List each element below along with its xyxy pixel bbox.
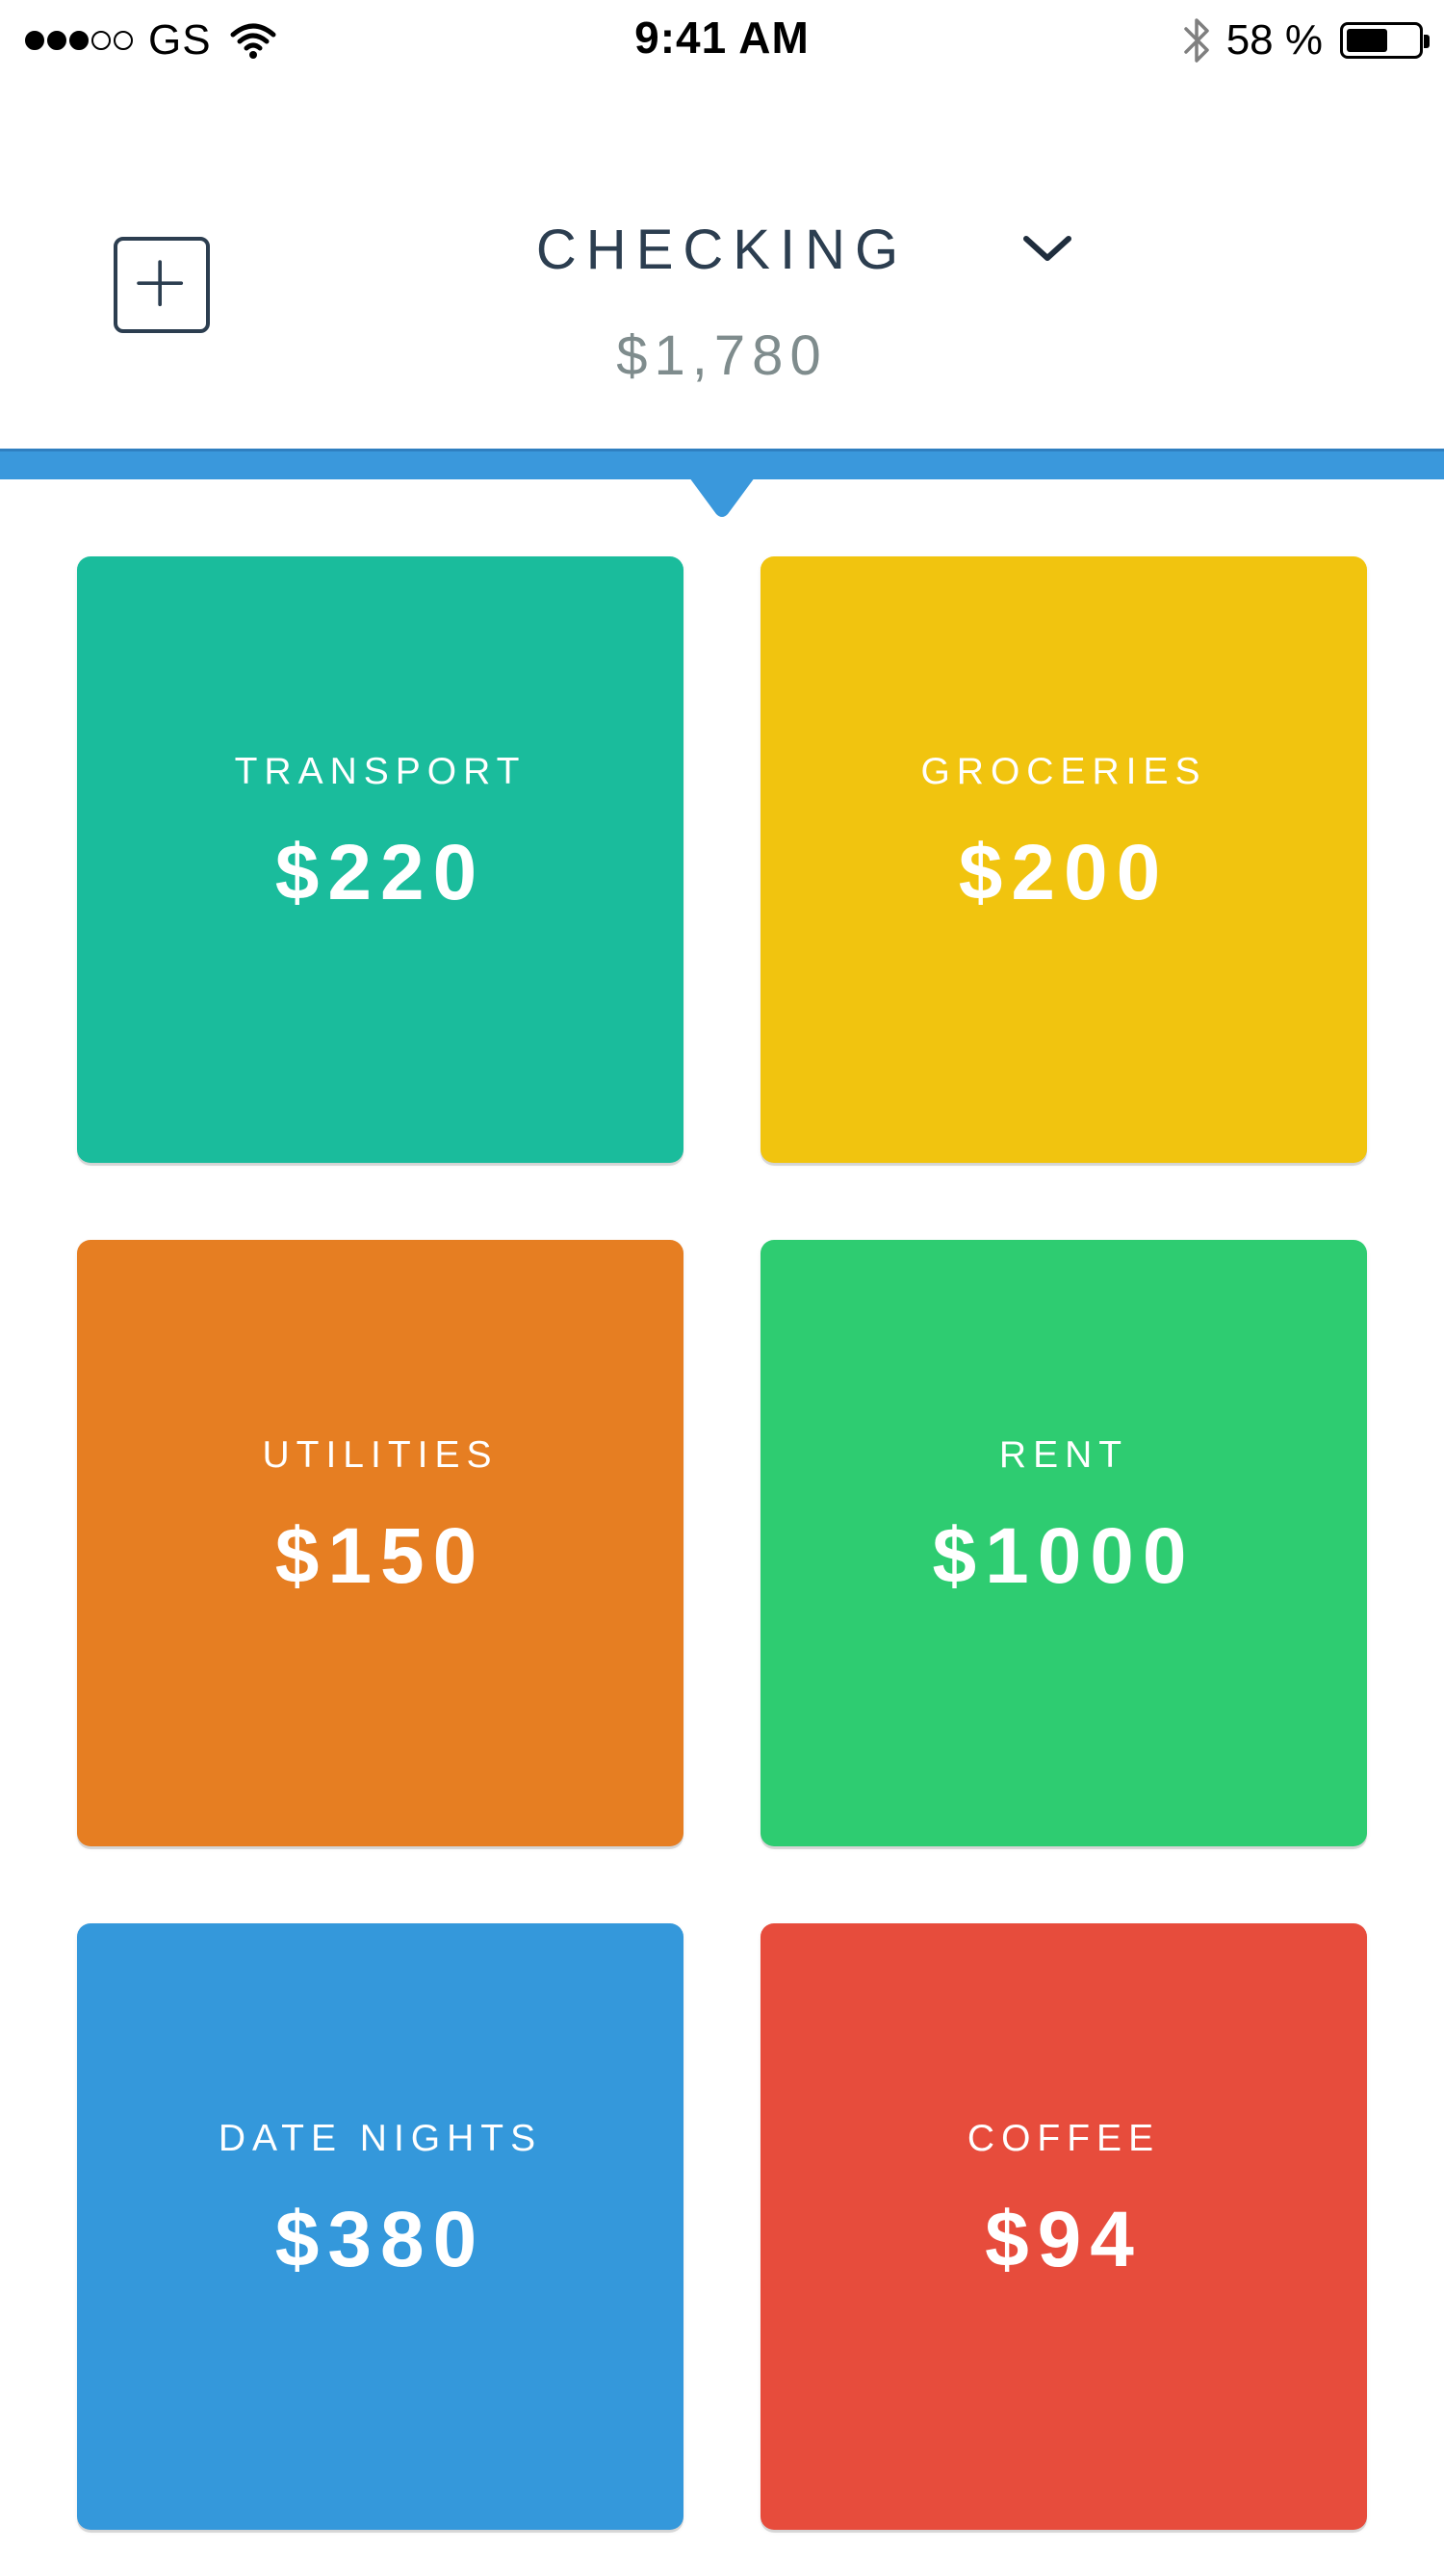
category-name: TRANSPORT (234, 751, 527, 792)
category-name: COFFEE (967, 2118, 1161, 2159)
status-right: 58 % (1178, 13, 1430, 67)
category-amount: $220 (274, 829, 486, 916)
battery-level-fill (1347, 29, 1387, 52)
category-name: UTILITIES (262, 1434, 499, 1476)
category-name: DATE NIGHTS (218, 2118, 543, 2159)
account-name: CHECKING (535, 219, 909, 281)
category-name: RENT (998, 1434, 1129, 1476)
category-amount: $1000 (932, 1512, 1196, 1600)
indicator-bar (0, 449, 1444, 479)
indicator-pointer (689, 477, 755, 517)
category-card-date-nights[interactable]: DATE NIGHTS $380 (77, 1923, 683, 2530)
category-name: GROCERIES (920, 751, 1207, 792)
category-amount: $94 (985, 2196, 1143, 2283)
category-grid: TRANSPORT $220 GROCERIES $200 UTILITIES … (77, 556, 1367, 2530)
category-amount: $380 (274, 2196, 486, 2283)
category-card-groceries[interactable]: GROCERIES $200 (761, 556, 1367, 1163)
chevron-down-icon[interactable] (1020, 231, 1074, 266)
category-card-rent[interactable]: RENT $1000 (761, 1240, 1367, 1846)
status-bar: GS 9:41 AM 58 % (0, 0, 1444, 81)
battery-nub (1424, 35, 1430, 48)
battery-percentage: 58 % (1225, 16, 1323, 64)
bluetooth-icon (1183, 18, 1209, 63)
battery-icon (1340, 22, 1430, 59)
category-card-coffee[interactable]: COFFEE $94 (761, 1923, 1367, 2530)
category-card-utilities[interactable]: UTILITIES $150 (77, 1240, 683, 1846)
account-balance: $1,780 (616, 324, 828, 387)
category-card-transport[interactable]: TRANSPORT $220 (77, 556, 683, 1163)
category-amount: $150 (274, 1512, 486, 1600)
category-amount: $200 (958, 829, 1170, 916)
